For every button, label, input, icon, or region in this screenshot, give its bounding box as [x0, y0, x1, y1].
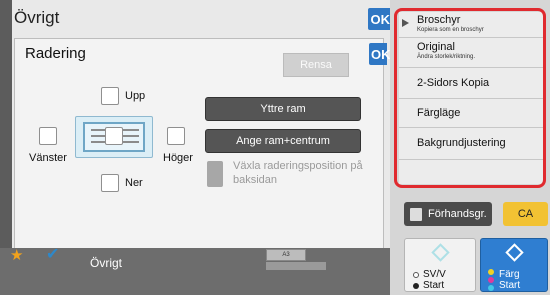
vanster-checkbox[interactable] [39, 127, 57, 145]
radering-dialog: Radering OK Rensa Upp Vänster Höger Ner … [14, 38, 391, 272]
ner-label: Ner [125, 177, 143, 189]
hoger-checkbox[interactable] [167, 127, 185, 145]
paper-size-indicator: A3 [266, 249, 306, 261]
check-icon[interactable]: ✔ [46, 244, 59, 264]
yttre-ram-button[interactable]: Yttre ram [205, 97, 361, 121]
background-ok-button[interactable]: OK [368, 8, 392, 30]
background-title: Övrigt [14, 8, 60, 27]
farg-start-label: Start [499, 280, 521, 291]
svv-label: SV/V [423, 269, 446, 280]
hoger-label: Höger [163, 152, 193, 164]
preview-icon [410, 207, 422, 221]
dialog-ok-button[interactable]: OK [369, 43, 391, 65]
farg-start-button[interactable]: Färg Start [480, 238, 548, 292]
upp-label: Upp [125, 90, 146, 102]
star-icon[interactable]: ★ [10, 246, 23, 264]
centrum-checkbox[interactable] [105, 127, 123, 145]
start-diamond-icon [431, 243, 450, 262]
upp-checkbox[interactable] [101, 87, 119, 105]
paper-tray-icon [266, 262, 326, 270]
svv-start-button[interactable]: SV/V Start [404, 238, 476, 292]
start-diamond-icon [505, 243, 524, 262]
vanster-label: Vänster [29, 152, 67, 164]
preview-button[interactable]: Förhandsgr. [404, 202, 492, 226]
dialog-title: Radering [25, 45, 86, 62]
rensa-button[interactable]: Rensa [283, 53, 349, 77]
ner-checkbox[interactable] [101, 174, 119, 192]
farg-label: Färg [499, 269, 520, 280]
ca-button[interactable]: CA [503, 202, 548, 226]
svv-start-label: Start [423, 280, 445, 291]
bottom-label: Övrigt [90, 256, 123, 270]
preview-label: Förhandsgr. [428, 208, 487, 220]
ange-ram-centrum-button[interactable]: Ange ram+centrum [205, 129, 361, 153]
menu-highlight-frame [394, 8, 546, 188]
raderingsposition-toggle[interactable] [207, 161, 223, 187]
raderingsposition-label: Växla raderingsposition på baksidan [233, 160, 363, 186]
